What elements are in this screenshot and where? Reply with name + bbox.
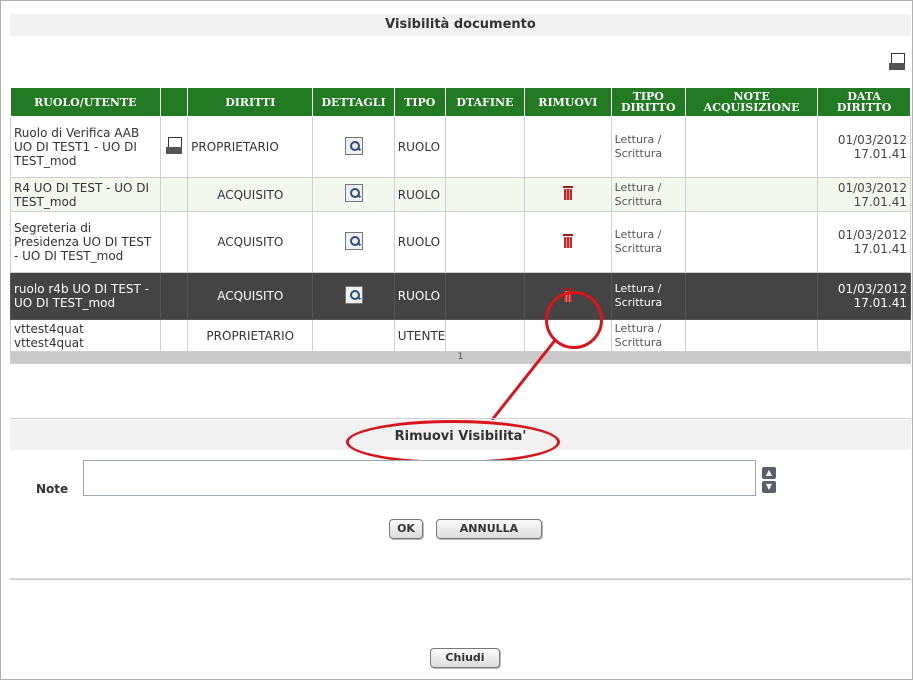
close-button[interactable]: Chiudi [430,648,500,668]
cell-tipo: RUOLO [393,177,446,212]
cell-dettagli[interactable] [312,272,395,320]
cell-dtafine [444,272,526,320]
ok-button[interactable]: OK [389,519,423,539]
scroll-down-button[interactable]: ▼ [762,481,776,493]
cell-diritti: ACQUISITO [187,177,314,212]
cell-note [684,319,819,352]
cell-note [684,211,819,273]
cell-rimuovi[interactable] [524,177,612,212]
cell-tipo-diritto: Lettura / Scrittura [610,116,686,178]
dialog-title: Visibilità documento [10,14,911,36]
cell-rimuovi [524,116,612,178]
note-field[interactable] [83,460,756,496]
cell-dettagli[interactable] [312,116,395,178]
table-row[interactable]: R4 UO DI TEST - UO DI TEST_mod ACQUISITO… [10,177,911,212]
bottom-separator [10,578,911,579]
cell-data-diritto: 01/03/2012 17.01.41 [817,116,911,178]
cell-note [684,272,819,320]
magnifier-icon[interactable] [344,184,363,202]
print-icon[interactable] [889,53,905,71]
cell-ruolo: ruolo r4b UO DI TEST - UO DI TEST_mod [10,272,161,320]
cell-data-diritto [817,319,911,352]
col-header-note-acquisizione[interactable]: NOTE ACQUISIZIONE [684,87,819,117]
cell-doc [159,177,189,212]
cell-dettagli[interactable] [312,177,395,212]
cell-diritti: PROPRIETARIO [187,116,314,178]
cell-tipo: RUOLO [393,272,446,320]
cell-tipo-diritto: Lettura / Scrittura [610,272,686,320]
cell-tipo: UTENTE [393,319,446,352]
cell-tipo-diritto: Lettura / Scrittura [610,211,686,273]
cell-note [684,116,819,178]
trash-icon[interactable] [562,233,573,248]
table-row[interactable]: vttest4quat vttest4quat PROPRIETARIO UTE… [10,319,911,352]
cell-tipo-diritto: Lettura / Scrittura [610,319,686,352]
table-row[interactable]: Segreteria di Presidenza UO DI TEST - UO… [10,211,911,273]
cell-rimuovi[interactable] [524,211,612,273]
table-row[interactable]: Ruolo di Verifica AAB UO DI TEST1 - UO D… [10,116,911,178]
magnifier-icon[interactable] [344,231,363,250]
cell-diritti: PROPRIETARIO [187,319,314,352]
cell-dtafine [444,319,526,352]
trash-icon[interactable] [562,186,573,200]
cell-dettagli [312,319,395,352]
table-header-row: RUOLO/UTENTE DIRITTI DETTAGLI TIPO DTAFI… [10,87,911,117]
col-header-blank [159,87,189,117]
col-header-dtafine[interactable]: DTAFINE [444,87,526,117]
cell-diritti: ACQUISITO [187,211,314,273]
col-header-ruolo[interactable]: RUOLO/UTENTE [10,87,161,117]
cell-ruolo: Segreteria di Presidenza UO DI TEST - UO… [10,211,161,273]
magnifier-icon[interactable] [344,136,363,155]
highlight-circle [545,291,603,349]
cell-data-diritto: 01/03/2012 17.01.41 [817,177,911,212]
cell-doc[interactable] [159,116,189,178]
table-row-selected[interactable]: ruolo r4b UO DI TEST - UO DI TEST_mod AC… [10,272,911,320]
highlight-ellipse [346,420,560,464]
pager-row: 1 [10,351,911,364]
note-label: Note [36,482,69,496]
pager-page-number[interactable]: 1 [10,351,911,364]
cell-doc [159,211,189,273]
magnifier-icon[interactable] [344,285,363,304]
cell-dtafine [444,211,526,273]
cell-ruolo: R4 UO DI TEST - UO DI TEST_mod [10,177,161,212]
cell-diritti: ACQUISITO [187,272,314,320]
col-header-tipo-diritto[interactable]: TIPO DIRITTO [610,87,686,117]
cell-tipo: RUOLO [393,116,446,178]
col-header-diritti[interactable]: DIRITTI [187,87,314,117]
cell-dtafine [444,177,526,212]
col-header-data-diritto[interactable]: DATA DIRITTO [817,87,911,117]
cell-doc [159,319,189,352]
cell-note [684,177,819,212]
col-header-rimuovi[interactable]: RIMUOVI [524,87,612,117]
cell-data-diritto: 01/03/2012 17.01.41 [817,211,911,273]
visibility-table: RUOLO/UTENTE DIRITTI DETTAGLI TIPO DTAFI… [10,87,911,364]
cell-data-diritto: 01/03/2012 17.01.41 [817,272,911,320]
col-header-tipo[interactable]: TIPO [393,87,446,117]
cancel-button[interactable]: ANNULLA [436,519,542,539]
cell-dtafine [444,116,526,178]
cell-dettagli[interactable] [312,211,395,273]
cell-tipo: RUOLO [393,211,446,273]
document-icon[interactable] [165,136,182,155]
col-header-dettagli[interactable]: DETTAGLI [312,87,395,117]
cell-doc [159,272,189,320]
cell-ruolo: vttest4quat vttest4quat [10,319,161,352]
cell-tipo-diritto: Lettura / Scrittura [610,177,686,212]
cell-ruolo: Ruolo di Verifica AAB UO DI TEST1 - UO D… [10,116,161,178]
scroll-up-button[interactable]: ▲ [762,467,776,479]
